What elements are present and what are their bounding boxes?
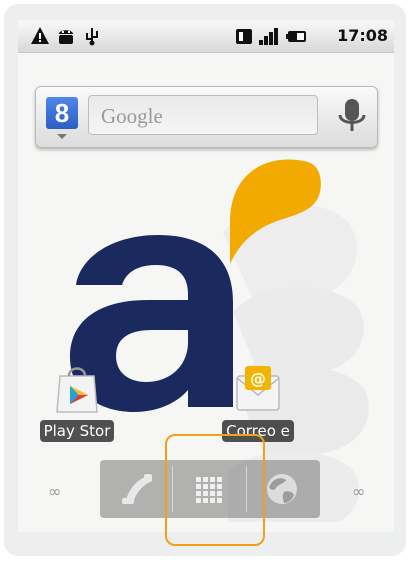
app-label-play-store: Play Stor xyxy=(39,420,115,442)
highlight-box xyxy=(165,434,265,546)
microphone-icon[interactable] xyxy=(334,93,370,137)
battery-icon xyxy=(286,31,306,42)
google-search-icon[interactable]: 8 xyxy=(46,97,78,129)
app-play-store[interactable]: Play Stor xyxy=(32,362,122,446)
vibrate-icon xyxy=(236,29,252,44)
dock-left-indicator: ∞ xyxy=(48,482,62,501)
play-store-icon xyxy=(56,367,98,413)
warning-icon xyxy=(31,27,49,44)
phone-icon xyxy=(122,474,152,504)
svg-text:@: @ xyxy=(250,369,266,388)
usb-icon xyxy=(86,28,98,46)
phone-button[interactable] xyxy=(100,460,172,518)
status-time: 17:08 xyxy=(337,26,388,45)
status-bar: 17:08 xyxy=(18,20,394,53)
android-debug-icon xyxy=(59,30,73,44)
google-search-widget[interactable]: 8 Google xyxy=(35,86,378,148)
dock-right-indicator: ∞ xyxy=(352,482,366,501)
search-input[interactable]: Google xyxy=(88,95,318,135)
email-icon: @ xyxy=(236,366,280,411)
signal-icon xyxy=(259,28,278,45)
chevron-down-icon xyxy=(57,134,67,139)
